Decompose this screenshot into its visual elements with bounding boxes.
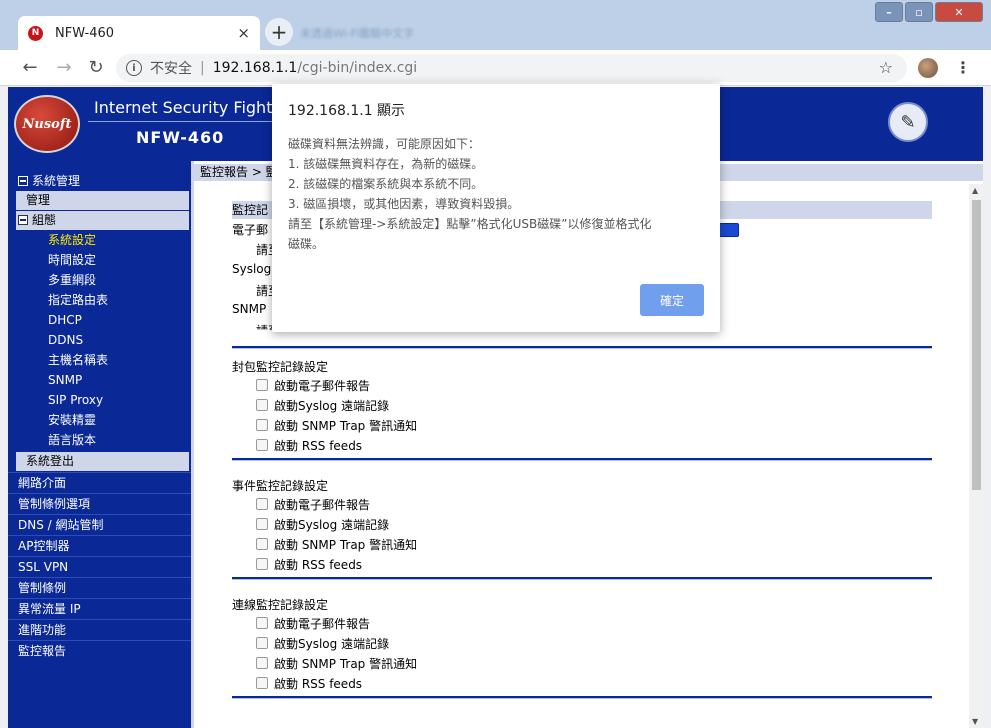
dialog-message-line: 1. 該磁碟無資料存在，為新的磁碟。 bbox=[288, 157, 484, 171]
dialog-message-line: 磁碟。 bbox=[288, 237, 325, 251]
alert-dialog: 192.168.1.1 顯示 磁碟資料無法辨識，可能原因如下： 1. 該磁碟無資料… bbox=[272, 84, 720, 332]
dialog-message-line: 3. 磁區損壞，或其他因素，導致資料毀損。 bbox=[288, 197, 520, 211]
dialog-message-line: 磁碟資料無法辨識，可能原因如下： bbox=[288, 137, 481, 151]
ok-button[interactable]: 確定 bbox=[640, 284, 704, 316]
dialog-message-line: 請至【系統管理->系統設定】點擊”格式化USB磁碟”以修復並格式化 bbox=[288, 217, 652, 231]
dialog-overlay: 192.168.1.1 顯示 磁碟資料無法辨識，可能原因如下： 1. 該磁碟無資料… bbox=[0, 0, 991, 728]
dialog-message-line: 2. 該磁碟的檔案系統與本系統不同。 bbox=[288, 177, 484, 191]
dialog-title: 192.168.1.1 顯示 bbox=[288, 103, 406, 119]
dialog-message: 磁碟資料無法辨識，可能原因如下： 1. 該磁碟無資料存在，為新的磁碟。 2. 該磁碟… bbox=[288, 134, 704, 254]
